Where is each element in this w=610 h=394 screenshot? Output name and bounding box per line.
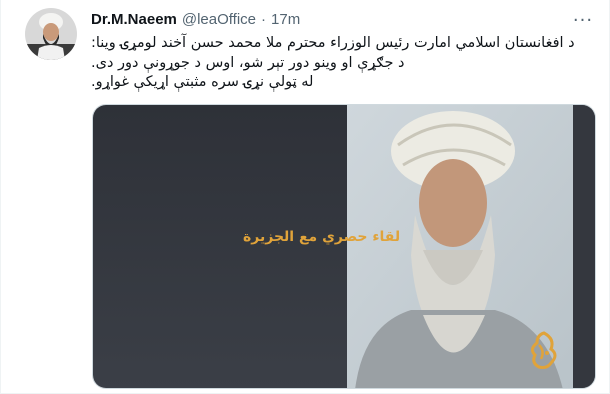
tweet-card[interactable]: Dr.M.Naeem @leaOffice · 17m ··· د افغانس… bbox=[0, 0, 610, 394]
tweet-media[interactable]: لقاء حصري مع الجزيرة bbox=[92, 104, 596, 389]
separator: · bbox=[261, 10, 267, 28]
tweet-text-line: د جګړې او وينو دور تېر شو، اوس د جوړونې … bbox=[91, 54, 405, 71]
tweet-text-line: د افغانستان اسلامي امارت رئيس الوزراء مح… bbox=[91, 35, 575, 51]
author-handle[interactable]: @leaOffice bbox=[182, 11, 256, 28]
tweet-header: Dr.M.Naeem @leaOffice · 17m bbox=[91, 8, 300, 30]
author-name[interactable]: Dr.M.Naeem bbox=[91, 11, 177, 28]
tweet-text-line: له ټولې نړۍ سره مثبتې اړيکې غواړو. bbox=[91, 74, 314, 90]
media-image bbox=[93, 105, 595, 388]
more-options-button[interactable]: ··· bbox=[571, 8, 595, 32]
media-caption: لقاء حصري مع الجزيرة bbox=[243, 229, 401, 245]
al-jazeera-logo-icon bbox=[527, 331, 561, 371]
tweet-text: د افغانستان اسلامي امارت رئيس الوزراء مح… bbox=[91, 34, 596, 93]
avatar[interactable] bbox=[25, 8, 77, 60]
timestamp[interactable]: 17m bbox=[271, 11, 300, 28]
more-horizontal-icon: ··· bbox=[572, 9, 594, 31]
